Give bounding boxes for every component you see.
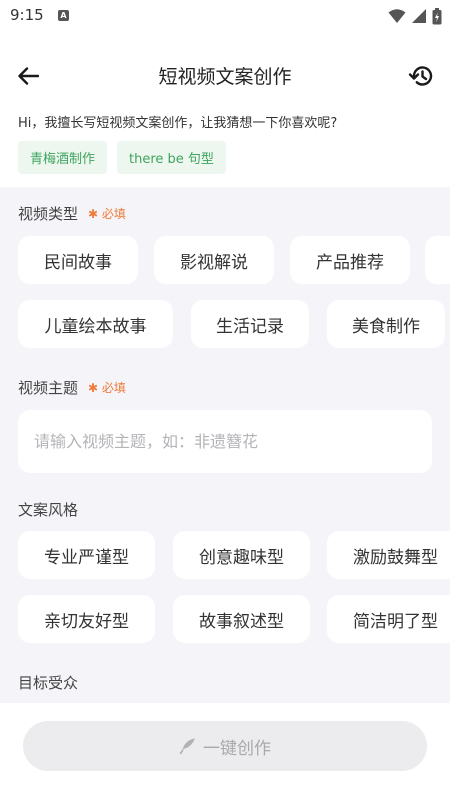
copy-style-option[interactable]: 亲切友好型 bbox=[18, 595, 155, 643]
feather-icon bbox=[179, 738, 195, 755]
page-title: 短视频文案创作 bbox=[158, 66, 292, 88]
video-topic-label: 视频主题 ✱ 必填 bbox=[18, 377, 126, 398]
video-type-option[interactable]: 产品推荐 bbox=[290, 236, 410, 284]
bottom-action-bar: 一键创作 bbox=[0, 703, 450, 800]
video-topic-label-text: 视频主题 bbox=[18, 379, 79, 397]
history-button[interactable] bbox=[406, 61, 436, 91]
audience-label: 目标受众 bbox=[18, 672, 78, 693]
video-type-option[interactable]: 影视解说 bbox=[154, 236, 274, 284]
required-badge: ✱ 必填 bbox=[88, 381, 126, 395]
copy-style-option[interactable]: 创意趣味型 bbox=[173, 531, 310, 579]
copy-style-label: 文案风格 bbox=[18, 499, 78, 520]
signal-icon bbox=[412, 9, 426, 23]
suggestion-chip[interactable]: 青梅酒制作 bbox=[18, 141, 108, 174]
notification-app-icon: A bbox=[58, 10, 69, 21]
system-icons bbox=[388, 6, 442, 26]
suggestion-chips: 青梅酒制作 there be 句型 bbox=[18, 141, 226, 174]
suggestion-chip[interactable]: there be 句型 bbox=[117, 141, 226, 174]
status-time: 9:15 bbox=[10, 6, 44, 24]
intro-text: Hi，我擅长写短视频文案创作，让我猜想一下你喜欢呢? bbox=[18, 116, 338, 131]
video-type-option-partial[interactable] bbox=[425, 236, 450, 284]
battery-icon bbox=[432, 7, 442, 24]
history-icon bbox=[408, 66, 433, 86]
wifi-icon bbox=[388, 9, 406, 23]
copy-style-label-text: 文案风格 bbox=[18, 501, 79, 519]
video-type-option[interactable]: 生活记录 bbox=[191, 300, 309, 348]
copy-style-option[interactable]: 激励鼓舞型 bbox=[327, 531, 450, 579]
video-topic-input[interactable] bbox=[18, 410, 432, 473]
video-type-label: 视频类型 ✱ 必填 bbox=[18, 203, 126, 224]
create-button-label: 一键创作 bbox=[203, 738, 271, 759]
create-button[interactable]: 一键创作 bbox=[23, 721, 427, 771]
copy-style-option[interactable]: 故事叙述型 bbox=[173, 595, 310, 643]
video-type-option[interactable]: 儿童绘本故事 bbox=[18, 300, 173, 348]
status-bar: 9:15 A bbox=[0, 0, 450, 34]
app-bar: 短视频文案创作 bbox=[0, 50, 450, 102]
required-badge: ✱ 必填 bbox=[88, 207, 126, 221]
audience-label-text: 目标受众 bbox=[18, 674, 79, 692]
video-type-option[interactable]: 美食制作 bbox=[327, 300, 445, 348]
video-type-option[interactable]: 民间故事 bbox=[18, 236, 138, 284]
copy-style-option[interactable]: 专业严谨型 bbox=[18, 531, 155, 579]
video-type-label-text: 视频类型 bbox=[18, 205, 79, 223]
copy-style-option[interactable]: 简洁明了型 bbox=[327, 595, 450, 643]
